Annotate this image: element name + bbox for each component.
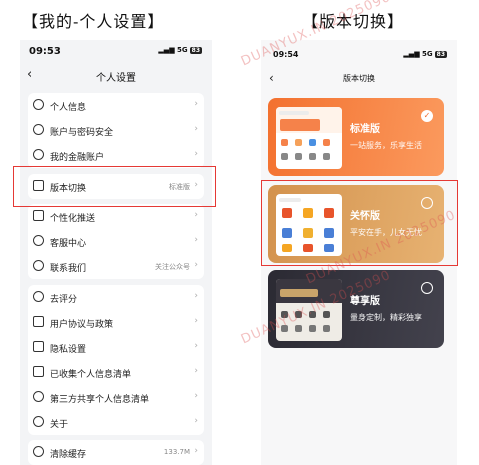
network-type: 5G — [422, 50, 433, 58]
plan-title: 标准版 — [350, 124, 380, 135]
lock-icon — [33, 341, 44, 352]
document-icon — [33, 316, 44, 327]
battery-icon: 83 — [189, 47, 202, 54]
chat-icon — [33, 260, 44, 271]
page-title: 个人设置 — [96, 73, 136, 84]
settings-group-misc: 去评分 › 用户协议与政策 › 隐私设置 › 已收集个人信息清单 › 第三方共享个人信息… — [28, 285, 204, 435]
settings-item-about[interactable]: 关于 › — [28, 410, 204, 435]
plan-subtitle: 量身定制，精彩独享 — [350, 313, 422, 322]
network-type: 5G — [177, 46, 188, 54]
signal-indicator: ▂▄▆ 5G 83 — [158, 46, 202, 54]
standard-preview-thumbnail — [276, 107, 342, 169]
plan-subtitle: 一站服务，乐享生活 — [350, 141, 422, 150]
contact-value: 关注公众号 — [155, 263, 190, 271]
caption-personal-settings: 【我的-个人设置】 — [22, 12, 165, 31]
chevron-right-icon: › — [194, 149, 198, 159]
chevron-right-icon: › — [194, 341, 198, 351]
nav-bar: ‹ 版本切换 — [261, 70, 457, 90]
settings-group-service: 个性化推送 › 客服中心 › 联系我们 关注公众号 › — [28, 204, 204, 279]
chevron-right-icon: › — [194, 99, 198, 109]
nav-bar: ‹ 个人设置 — [20, 66, 212, 86]
settings-item-customer-service[interactable]: 客服中心 › — [28, 229, 204, 254]
settings-group-cache: 清除缓存 133.7M › — [28, 440, 204, 465]
settings-item-third-party[interactable]: 第三方共享个人信息清单 › — [28, 385, 204, 410]
settings-item-finance-account[interactable]: 我的金融账户 › — [28, 143, 204, 168]
chevron-right-icon: › — [194, 235, 198, 245]
list-icon — [33, 366, 44, 377]
plan-card-standard[interactable]: 标准版 一站服务，乐享生活 ✓ — [268, 98, 444, 176]
push-icon — [33, 210, 44, 221]
chevron-right-icon: › — [194, 366, 198, 376]
settings-group-account: 个人信息 › 账户与密码安全 › 我的金融账户 › — [28, 93, 204, 168]
chevron-right-icon: › — [194, 391, 198, 401]
highlight-box-version-switch — [13, 166, 216, 207]
finance-icon — [33, 149, 44, 160]
signal-indicator: ▂▄▆ 5G 83 — [403, 50, 447, 58]
settings-item-user-agreement[interactable]: 用户协议与政策 › — [28, 310, 204, 335]
settings-item-personal-info[interactable]: 个人信息 › — [28, 93, 204, 118]
settings-item-collected-info[interactable]: 已收集个人信息清单 › — [28, 360, 204, 385]
trash-icon — [33, 446, 44, 457]
settings-item-contact-us[interactable]: 联系我们 关注公众号 › — [28, 254, 204, 279]
settings-item-privacy[interactable]: 隐私设置 › — [28, 335, 204, 360]
shield-icon — [33, 124, 44, 135]
person-icon — [33, 99, 44, 110]
personal-settings-screen: 09:53 ▂▄▆ 5G 83 ‹ 个人设置 个人信息 › 账户与密码安全 › 我的金… — [20, 40, 212, 465]
chevron-right-icon: › — [194, 316, 198, 326]
chevron-right-icon: › — [194, 446, 198, 456]
settings-item-push[interactable]: 个性化推送 › — [28, 204, 204, 229]
chevron-right-icon: › — [194, 260, 198, 270]
status-bar: 09:53 ▂▄▆ 5G 83 — [20, 40, 212, 62]
status-time: 09:53 — [29, 46, 61, 57]
settings-item-rate[interactable]: 去评分 › — [28, 285, 204, 310]
chevron-right-icon: › — [194, 416, 198, 426]
check-icon[interactable]: ✓ — [421, 110, 433, 122]
radio-unselected-icon[interactable] — [421, 282, 433, 294]
chevron-right-icon: › — [194, 124, 198, 134]
page-title: 版本切换 — [343, 74, 375, 83]
star-icon — [33, 291, 44, 302]
chevron-right-icon: › — [194, 291, 198, 301]
info-icon — [33, 416, 44, 427]
cache-size-value: 133.7M — [163, 448, 190, 456]
settings-item-clear-cache[interactable]: 清除缓存 133.7M › — [28, 440, 204, 465]
battery-icon: 83 — [434, 51, 447, 58]
share-icon — [33, 391, 44, 402]
headset-icon — [33, 235, 44, 246]
settings-item-account-security[interactable]: 账户与密码安全 › — [28, 118, 204, 143]
chevron-right-icon: › — [194, 210, 198, 220]
